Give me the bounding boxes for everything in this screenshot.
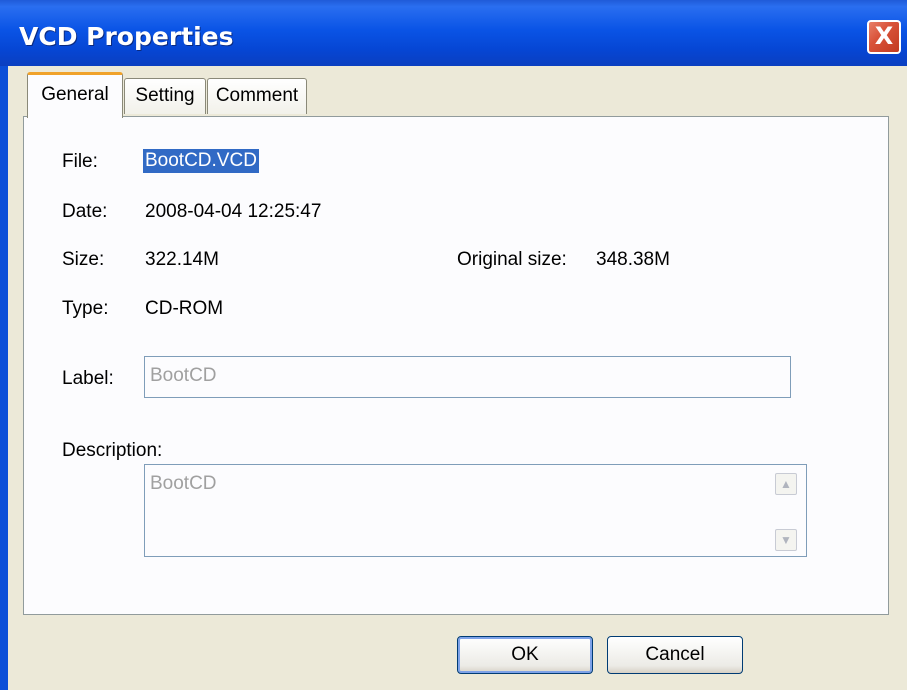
type-value: CD-ROM xyxy=(145,298,224,319)
file-value[interactable]: BootCD.VCD xyxy=(143,149,259,173)
chevron-up-icon: ▲ xyxy=(780,477,792,491)
cancel-button[interactable]: Cancel xyxy=(607,636,743,674)
ok-button[interactable]: OK xyxy=(457,636,593,674)
label-input-value: BootCD xyxy=(150,365,217,386)
scroll-up-button[interactable]: ▲ xyxy=(775,473,797,495)
size-value: 322.14M xyxy=(145,249,219,270)
tab-setting[interactable]: Setting xyxy=(124,78,206,114)
date-label: Date: xyxy=(62,201,108,222)
window-title: VCD Properties xyxy=(19,22,234,51)
original-size-label: Original size: xyxy=(457,249,567,270)
scroll-down-button[interactable]: ▼ xyxy=(775,529,797,551)
type-label: Type: xyxy=(62,298,109,319)
description-textarea-value: BootCD xyxy=(150,473,217,494)
original-size-value: 348.38M xyxy=(596,249,670,270)
chevron-down-icon: ▼ xyxy=(780,533,792,547)
tab-comment[interactable]: Comment xyxy=(207,78,307,114)
close-button[interactable]: X xyxy=(867,20,901,54)
size-label: Size: xyxy=(62,249,105,270)
label-label: Label: xyxy=(62,368,114,389)
title-bar[interactable]: VCD Properties X xyxy=(0,0,907,66)
description-label: Description: xyxy=(62,440,163,461)
tab-general[interactable]: General xyxy=(27,72,123,118)
description-textarea[interactable]: BootCD ▲ ▼ xyxy=(144,464,807,557)
file-label: File: xyxy=(62,151,98,172)
properties-dialog: VCD Properties X General Setting Comment… xyxy=(0,0,907,690)
date-value: 2008-04-04 12:25:47 xyxy=(145,201,322,222)
label-input[interactable]: BootCD xyxy=(144,356,791,398)
